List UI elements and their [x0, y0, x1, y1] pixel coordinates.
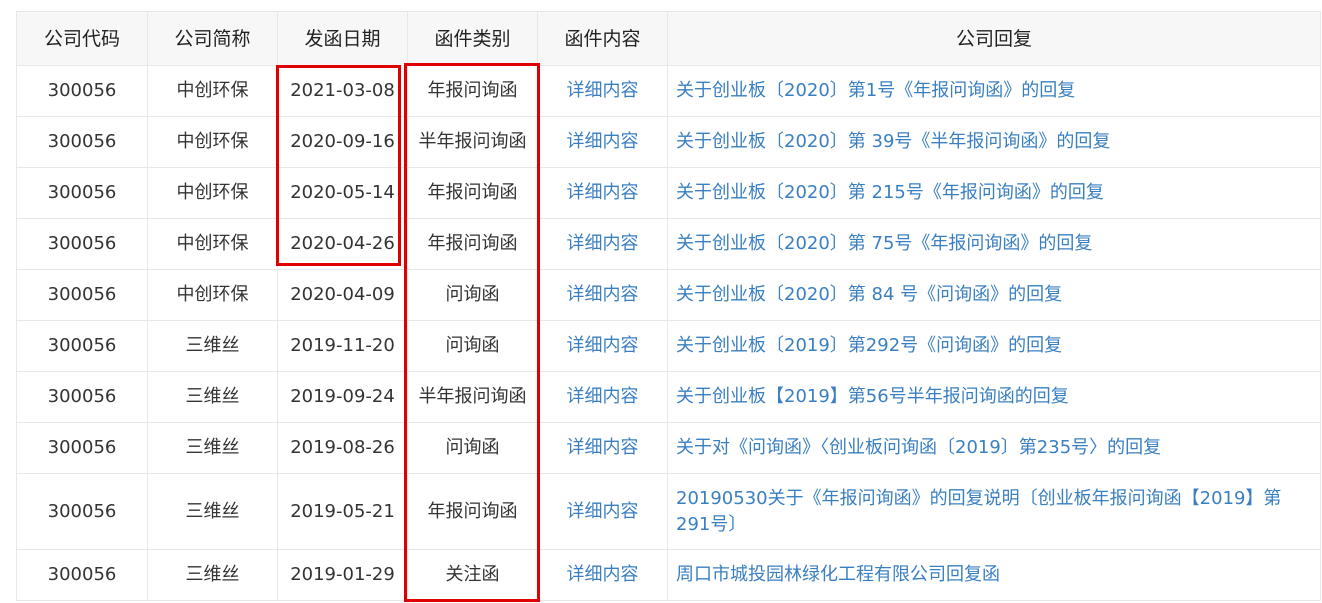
- cell-date: 2019-08-26: [277, 422, 408, 474]
- cell-code: 300056: [16, 167, 148, 219]
- cell-content: 详细内容: [537, 167, 668, 219]
- cell-code: 300056: [16, 473, 148, 550]
- detail-link[interactable]: 详细内容: [567, 501, 639, 522]
- cell-type: 年报问询函: [407, 473, 538, 550]
- cell-content: 详细内容: [537, 269, 668, 321]
- header-company-name: 公司简称: [147, 11, 278, 66]
- cell-code: 300056: [16, 371, 148, 423]
- cell-date: 2020-09-16: [277, 116, 408, 168]
- cell-date: 2020-04-09: [277, 269, 408, 321]
- table-row: 300056 中创环保 2020-05-14 年报问询函 详细内容 关于创业板〔…: [16, 167, 1321, 219]
- cell-type: 年报问询函: [407, 167, 538, 219]
- cell-date: 2019-05-21: [277, 473, 408, 550]
- cell-date: 2019-11-20: [277, 320, 408, 372]
- cell-date: 2019-01-29: [277, 549, 408, 601]
- cell-content: 详细内容: [537, 65, 668, 117]
- detail-link[interactable]: 详细内容: [567, 335, 639, 356]
- table-row: 300056 三维丝 2019-08-26 问询函 详细内容 关于对《问询函》〈…: [16, 422, 1321, 474]
- table-row: 300056 三维丝 2019-05-21 年报问询函 详细内容 2019053…: [16, 473, 1321, 550]
- cell-content: 详细内容: [537, 473, 668, 550]
- cell-type: 半年报问询函: [407, 371, 538, 423]
- cell-name: 中创环保: [147, 65, 278, 117]
- cell-type: 年报问询函: [407, 65, 538, 117]
- cell-reply: 关于创业板〔2020〕第1号《年报问询函》的回复: [667, 65, 1321, 117]
- detail-link[interactable]: 详细内容: [567, 386, 639, 407]
- table-row: 300056 三维丝 2019-09-24 半年报问询函 详细内容 关于创业板【…: [16, 371, 1321, 423]
- cell-reply: 关于创业板〔2020〕第 84 号《问询函》的回复: [667, 269, 1321, 321]
- table-header-row: 公司代码 公司简称 发函日期 函件类别 函件内容 公司回复: [16, 11, 1321, 66]
- cell-reply: 关于创业板【2019】第56号半年报问询函的回复: [667, 371, 1321, 423]
- detail-link[interactable]: 详细内容: [567, 284, 639, 305]
- cell-name: 中创环保: [147, 167, 278, 219]
- table-row: 300056 三维丝 2019-01-29 关注函 详细内容 周口市城投园林绿化…: [16, 549, 1321, 601]
- inquiry-letter-table-container: 公司代码 公司简称 发函日期 函件类别 函件内容 公司回复 300056 中创环…: [16, 11, 1321, 601]
- cell-content: 详细内容: [537, 218, 668, 270]
- cell-reply: 20190530关于《年报问询函》的回复说明〔创业板年报问询函【2019】第29…: [667, 473, 1321, 550]
- table-row: 300056 中创环保 2020-04-09 问询函 详细内容 关于创业板〔20…: [16, 269, 1321, 321]
- cell-type: 关注函: [407, 549, 538, 601]
- cell-date: 2021-03-08: [277, 65, 408, 117]
- reply-link[interactable]: 20190530关于《年报问询函》的回复说明〔创业板年报问询函【2019】第29…: [676, 488, 1281, 535]
- cell-name: 三维丝: [147, 371, 278, 423]
- cell-type: 年报问询函: [407, 218, 538, 270]
- cell-code: 300056: [16, 65, 148, 117]
- table-row: 300056 中创环保 2021-03-08 年报问询函 详细内容 关于创业板〔…: [16, 65, 1321, 117]
- detail-link[interactable]: 详细内容: [567, 80, 639, 101]
- reply-link[interactable]: 周口市城投园林绿化工程有限公司回复函: [676, 564, 1000, 585]
- cell-name: 三维丝: [147, 320, 278, 372]
- reply-link[interactable]: 关于创业板〔2020〕第1号《年报问询函》的回复: [676, 80, 1075, 101]
- cell-code: 300056: [16, 218, 148, 270]
- cell-content: 详细内容: [537, 549, 668, 601]
- reply-link[interactable]: 关于创业板〔2020〕第 215号《年报问询函》的回复: [676, 182, 1104, 203]
- cell-reply: 关于创业板〔2020〕第 75号《年报问询函》的回复: [667, 218, 1321, 270]
- reply-link[interactable]: 关于对《问询函》〈创业板问询函〔2019〕第235号〉的回复: [676, 437, 1161, 458]
- reply-link[interactable]: 关于创业板【2019】第56号半年报问询函的回复: [676, 386, 1069, 407]
- detail-link[interactable]: 详细内容: [567, 182, 639, 203]
- cell-name: 三维丝: [147, 422, 278, 474]
- cell-reply: 关于创业板〔2020〕第 39号《半年报问询函》的回复: [667, 116, 1321, 168]
- cell-type: 问询函: [407, 320, 538, 372]
- header-letter-content: 函件内容: [537, 11, 668, 66]
- cell-type: 半年报问询函: [407, 116, 538, 168]
- cell-code: 300056: [16, 320, 148, 372]
- detail-link[interactable]: 详细内容: [567, 131, 639, 152]
- cell-content: 详细内容: [537, 422, 668, 474]
- table-row: 300056 中创环保 2020-09-16 半年报问询函 详细内容 关于创业板…: [16, 116, 1321, 168]
- reply-link[interactable]: 关于创业板〔2020〕第 75号《年报问询函》的回复: [676, 233, 1092, 254]
- header-letter-type: 函件类别: [407, 11, 538, 66]
- cell-name: 中创环保: [147, 218, 278, 270]
- cell-content: 详细内容: [537, 116, 668, 168]
- detail-link[interactable]: 详细内容: [567, 564, 639, 585]
- cell-reply: 关于创业板〔2019〕第292号《问询函》的回复: [667, 320, 1321, 372]
- cell-reply: 关于对《问询函》〈创业板问询函〔2019〕第235号〉的回复: [667, 422, 1321, 474]
- cell-date: 2020-05-14: [277, 167, 408, 219]
- cell-content: 详细内容: [537, 371, 668, 423]
- reply-link[interactable]: 关于创业板〔2020〕第 39号《半年报问询函》的回复: [676, 131, 1110, 152]
- cell-name: 中创环保: [147, 269, 278, 321]
- table-row: 300056 中创环保 2020-04-26 年报问询函 详细内容 关于创业板〔…: [16, 218, 1321, 270]
- cell-reply: 周口市城投园林绿化工程有限公司回复函: [667, 549, 1321, 601]
- cell-code: 300056: [16, 269, 148, 321]
- inquiry-letter-table: 公司代码 公司简称 发函日期 函件类别 函件内容 公司回复 300056 中创环…: [16, 11, 1321, 601]
- table-row: 300056 三维丝 2019-11-20 问询函 详细内容 关于创业板〔201…: [16, 320, 1321, 372]
- reply-link[interactable]: 关于创业板〔2019〕第292号《问询函》的回复: [676, 335, 1062, 356]
- cell-reply: 关于创业板〔2020〕第 215号《年报问询函》的回复: [667, 167, 1321, 219]
- cell-content: 详细内容: [537, 320, 668, 372]
- detail-link[interactable]: 详细内容: [567, 437, 639, 458]
- header-company-reply: 公司回复: [667, 11, 1321, 66]
- detail-link[interactable]: 详细内容: [567, 233, 639, 254]
- header-issue-date: 发函日期: [277, 11, 408, 66]
- cell-name: 中创环保: [147, 116, 278, 168]
- cell-code: 300056: [16, 549, 148, 601]
- cell-code: 300056: [16, 422, 148, 474]
- cell-date: 2019-09-24: [277, 371, 408, 423]
- cell-type: 问询函: [407, 422, 538, 474]
- cell-date: 2020-04-26: [277, 218, 408, 270]
- cell-type: 问询函: [407, 269, 538, 321]
- cell-name: 三维丝: [147, 473, 278, 550]
- cell-name: 三维丝: [147, 549, 278, 601]
- reply-link[interactable]: 关于创业板〔2020〕第 84 号《问询函》的回复: [676, 284, 1062, 305]
- cell-code: 300056: [16, 116, 148, 168]
- header-company-code: 公司代码: [16, 11, 148, 66]
